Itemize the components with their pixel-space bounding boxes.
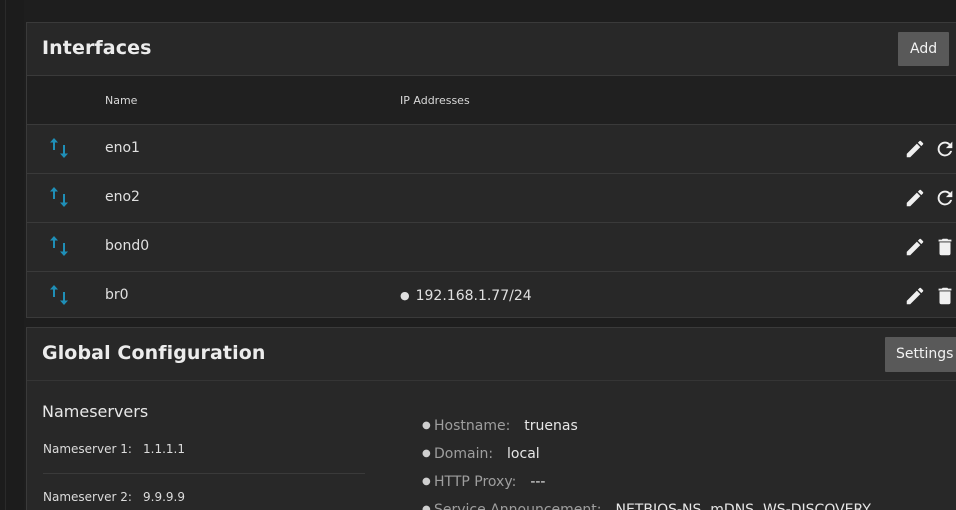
swap-vertical-icon <box>50 187 68 207</box>
refresh-icon[interactable] <box>934 187 956 209</box>
swap-vertical-icon <box>50 138 68 158</box>
refresh-icon[interactable] <box>934 138 956 160</box>
bullet: ● <box>400 289 410 302</box>
interfaces-title: Interfaces <box>42 37 152 59</box>
nameserver-label: Nameserver 2: <box>43 490 132 504</box>
network-page: Interfaces Add Name IP Addresses eno1 en… <box>0 0 956 510</box>
settings-button[interactable]: Settings <box>885 337 956 372</box>
detail-key: Hostname: <box>434 418 511 434</box>
interfaces-table-header: Name IP Addresses <box>27 75 956 125</box>
interface-ip-address: ● 192.168.1.77/24 <box>400 288 532 304</box>
bullet: ● <box>422 476 431 487</box>
detail-value: --- <box>530 474 546 490</box>
nameserver-2: Nameserver 2: 9.9.9.9 <box>43 490 185 504</box>
interface-name: br0 <box>105 287 129 303</box>
bullet: ● <box>422 448 431 459</box>
nameservers-title: Nameservers <box>42 402 149 421</box>
global-configuration-title: Global Configuration <box>42 342 266 364</box>
add-interface-button[interactable]: Add <box>898 32 950 66</box>
service-announcement-detail: ● Service Announcement: NETBIOS-NS, mDNS, … <box>422 502 871 510</box>
trash-icon[interactable] <box>934 285 956 307</box>
detail-key: Service Announcement: <box>434 502 602 510</box>
detail-key: Domain: <box>434 446 494 462</box>
bullet: ● <box>422 504 431 510</box>
pencil-icon[interactable] <box>904 187 926 209</box>
divider <box>43 473 365 474</box>
detail-key: HTTP Proxy: <box>434 474 517 490</box>
swap-vertical-icon <box>50 236 68 256</box>
table-row[interactable]: eno1 <box>27 125 956 174</box>
global-configuration-header: Global Configuration Settings <box>27 328 956 380</box>
table-row[interactable]: eno2 <box>27 174 956 223</box>
pencil-icon[interactable] <box>904 236 926 258</box>
interface-name: eno1 <box>105 140 140 156</box>
detail-value: truenas <box>524 418 578 434</box>
nameserver-value: 1.1.1.1 <box>143 442 185 456</box>
column-header-name[interactable]: Name <box>105 94 137 107</box>
left-sidebar-edge <box>0 0 24 510</box>
trash-icon[interactable] <box>934 236 956 258</box>
http-proxy-detail: ● HTTP Proxy: --- <box>422 474 545 490</box>
global-configuration-card: Global Configuration Settings Nameserver… <box>26 327 956 510</box>
table-row[interactable]: bond0 <box>27 223 956 272</box>
interface-name: bond0 <box>105 238 150 254</box>
nameserver-1: Nameserver 1: 1.1.1.1 <box>43 442 185 456</box>
interfaces-table-body: eno1 eno2 bond0 br0 ● 192.168.1.77/24 <box>27 125 956 320</box>
nameserver-value: 9.9.9.9 <box>143 490 185 504</box>
swap-vertical-icon <box>50 285 68 305</box>
detail-value: local <box>507 446 540 462</box>
pencil-icon[interactable] <box>904 285 926 307</box>
nameserver-label: Nameserver 1: <box>43 442 132 456</box>
column-header-ip-addresses[interactable]: IP Addresses <box>400 94 470 107</box>
detail-value: NETBIOS-NS, mDNS, WS-DISCOVERY <box>615 502 871 510</box>
domain-detail: ● Domain: local <box>422 446 540 462</box>
hostname-detail: ● Hostname: truenas <box>422 418 578 434</box>
bullet: ● <box>422 420 431 431</box>
pencil-icon[interactable] <box>904 138 926 160</box>
ip-address-value: 192.168.1.77/24 <box>415 288 532 304</box>
interfaces-card: Interfaces Add Name IP Addresses eno1 en… <box>26 22 956 318</box>
interfaces-header: Interfaces Add <box>27 23 956 75</box>
interface-name: eno2 <box>105 189 140 205</box>
table-row[interactable]: br0 ● 192.168.1.77/24 <box>27 272 956 320</box>
divider <box>27 380 956 381</box>
